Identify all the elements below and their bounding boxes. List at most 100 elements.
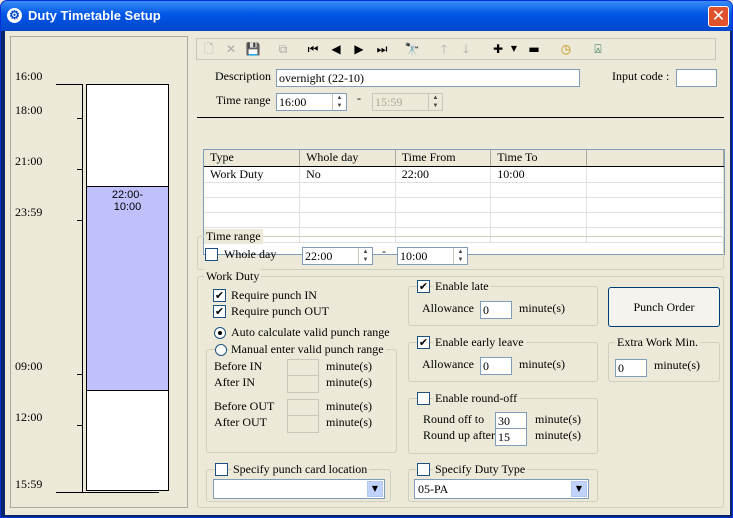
time-range-group-title: Time range (204, 229, 263, 244)
range-from-spinner[interactable]: ▲ ▼ (358, 248, 372, 264)
range-separator: - (382, 244, 386, 258)
time-to-spinner: ▲ ▼ (428, 94, 442, 110)
round-up-label: Round up after (423, 428, 495, 442)
manual-range-group: Manual enter valid punch range Before IN… (206, 342, 397, 453)
window-title: Duty Timetable Setup (28, 8, 161, 23)
auto-calc-radio[interactable] (214, 327, 226, 339)
early-leave-group: ✔ Enable early leave Allowance 0 minute(… (408, 335, 598, 382)
column-header-time-to[interactable]: Time To (490, 150, 587, 167)
table-row-empty (204, 212, 724, 228)
axis-tick (77, 374, 83, 375)
before-in-label: Before IN (214, 359, 263, 373)
exit-icon[interactable]: ⍓ (589, 40, 607, 58)
location-dropdown[interactable]: ▼ (213, 479, 385, 499)
hour-label: 18:00 (15, 103, 43, 117)
before-out-label: Before OUT (214, 399, 275, 413)
extra-work-title: Extra Work Min. (615, 335, 701, 350)
extra-work-group: Extra Work Min. 0 minute(s) (608, 335, 720, 382)
early-allowance-input[interactable]: 0 (480, 357, 512, 375)
enable-late-checkbox[interactable]: ✔ (417, 280, 430, 293)
column-header-time-from[interactable]: Time From (395, 150, 492, 167)
delete-icon[interactable]: ✕ (222, 40, 240, 58)
remove-icon[interactable]: ▬ (525, 40, 543, 58)
cell-time-from: 22:00 (395, 166, 492, 183)
duty-type-value: 05-PA (418, 482, 449, 496)
hour-label: 12:00 (15, 410, 43, 424)
manual-radio[interactable] (215, 344, 227, 356)
save-icon[interactable]: 💾 (244, 40, 262, 58)
work-duty-group-title: Work Duty (204, 269, 262, 284)
next-icon[interactable]: ▶ (350, 40, 368, 58)
late-allowance-input[interactable]: 0 (480, 301, 512, 319)
axis-tick (56, 84, 82, 85)
timeline-panel: 16:00 18:00 21:00 23:59 09:00 12:00 15:5… (10, 36, 188, 508)
round-off-unit: minute(s) (535, 412, 581, 426)
table-header-row: Type Whole day Time From Time To (204, 150, 724, 167)
enable-early-checkbox[interactable]: ✔ (417, 336, 430, 349)
input-code-field[interactable] (676, 69, 717, 87)
chevron-down-icon[interactable]: ▼ (571, 481, 587, 497)
enable-roundoff-checkbox[interactable] (417, 392, 430, 405)
auto-calc-label: Auto calculate valid punch range (231, 325, 390, 339)
close-button[interactable]: ✕ (708, 6, 729, 27)
time-to-input: 15:59 ▲ ▼ (372, 93, 443, 111)
column-header-blank (586, 150, 724, 167)
after-in-unit: minute(s) (326, 375, 372, 389)
axis-tick (56, 492, 159, 493)
column-header-whole-day[interactable]: Whole day (299, 150, 396, 167)
time-from-value: 16:00 (279, 95, 307, 109)
timeline-axis (82, 84, 83, 492)
before-in-unit: minute(s) (326, 359, 372, 373)
specify-duty-type-checkbox[interactable] (417, 463, 430, 476)
after-out-label: After OUT (214, 415, 267, 429)
enable-roundoff-label: Enable round-off (433, 391, 520, 406)
table-row-empty (204, 182, 724, 198)
table-row[interactable]: Work Duty No 22:00 10:00 (204, 166, 724, 183)
clock-icon[interactable]: ◷ (557, 40, 575, 58)
input-code-label: Input code : (612, 69, 670, 83)
duty-block[interactable]: 22:00- 10:00 (86, 186, 169, 391)
hour-label: 09:00 (15, 359, 43, 373)
new-icon[interactable]: 🗋 (200, 40, 218, 58)
after-in-input (287, 375, 319, 393)
round-up-input[interactable]: 15 (495, 428, 527, 446)
description-label: Description (215, 69, 271, 83)
early-allowance-unit: minute(s) (519, 357, 565, 371)
whole-day-checkbox[interactable] (205, 248, 218, 261)
range-to-value: 10:00 (400, 249, 428, 263)
specify-location-checkbox[interactable] (215, 463, 228, 476)
after-out-unit: minute(s) (326, 415, 372, 429)
duty-type-dropdown[interactable]: 05-PA ▼ (414, 479, 589, 499)
chevron-down-icon[interactable]: ▼ (367, 481, 383, 497)
duty-type-group: Specify Duty Type 05-PA ▼ (408, 462, 598, 502)
add-dropdown-icon[interactable]: ▼ (505, 40, 523, 58)
cell-type: Work Duty (204, 166, 301, 183)
title-bar: ⚙ Duty Timetable Setup ✕ (1, 1, 732, 31)
column-header-type[interactable]: Type (204, 150, 301, 167)
find-icon[interactable]: 🔭 (403, 40, 421, 58)
time-from-input[interactable]: 16:00 ▲ ▼ (276, 93, 347, 111)
range-to-input[interactable]: 10:00 ▲ ▼ (397, 247, 468, 265)
time-separator: - (357, 91, 361, 105)
require-out-checkbox[interactable]: ✔ (213, 305, 226, 318)
hour-label: 16:00 (15, 69, 43, 83)
up-arrow-icon[interactable]: 🡑 (435, 40, 453, 58)
axis-tick (77, 220, 83, 221)
round-off-label: Round off to (423, 412, 485, 426)
enable-early-label: Enable early leave (433, 335, 526, 350)
require-in-checkbox[interactable]: ✔ (213, 289, 226, 302)
time-from-spinner[interactable]: ▲ ▼ (332, 94, 346, 110)
extra-work-unit: minute(s) (654, 358, 700, 372)
description-input[interactable]: overnight (22-10) (276, 69, 580, 87)
copy-icon[interactable]: ⧉ (274, 40, 292, 58)
hour-label: 21:00 (15, 154, 43, 168)
app-window: ⚙ Duty Timetable Setup ✕ 16:00 18:00 21:… (0, 0, 733, 518)
first-icon[interactable]: ⏮ (304, 40, 322, 58)
down-arrow-icon[interactable]: 🡓 (457, 40, 475, 58)
range-to-spinner[interactable]: ▲ ▼ (453, 248, 467, 264)
last-icon[interactable]: ⏭ (373, 40, 391, 58)
punch-order-button[interactable]: Punch Order (608, 287, 720, 327)
extra-work-input[interactable]: 0 (615, 359, 647, 377)
range-from-input[interactable]: 22:00 ▲ ▼ (302, 247, 373, 265)
prev-icon[interactable]: ◀ (327, 40, 345, 58)
